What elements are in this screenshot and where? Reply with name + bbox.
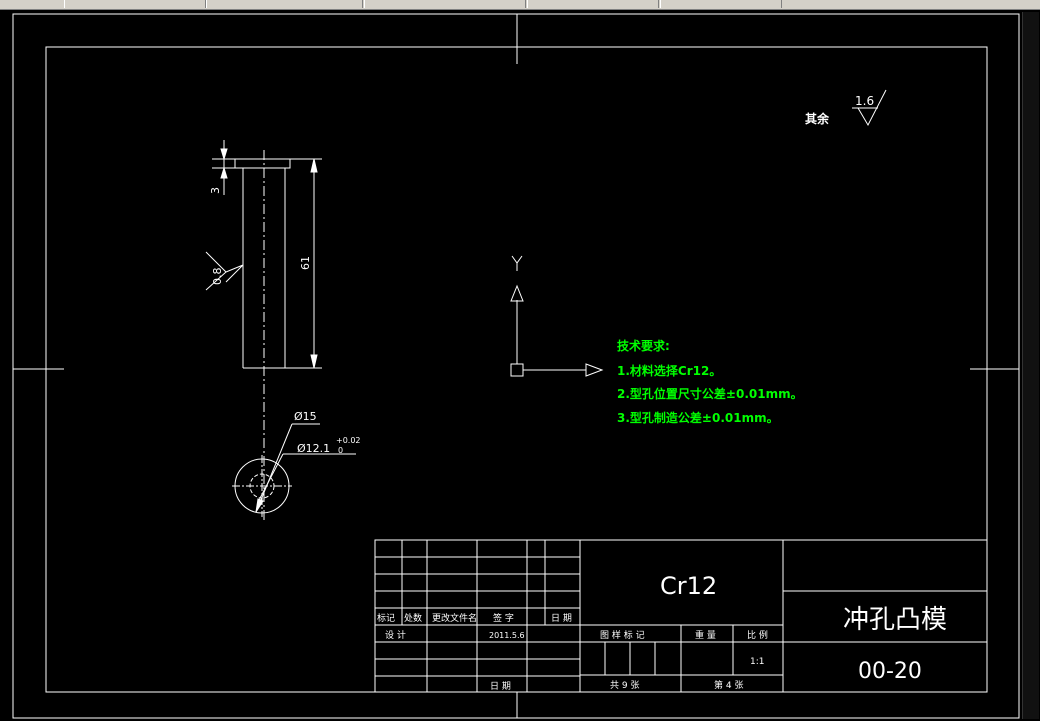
tb-label-date2: 日 期 bbox=[490, 681, 511, 692]
punch-side-view bbox=[205, 140, 322, 520]
dim-tol-lower: 0 bbox=[338, 446, 343, 455]
dim-head-height: 3 bbox=[209, 187, 222, 194]
tb-label-mark: 标记 bbox=[377, 612, 395, 624]
inner-frame bbox=[45, 46, 988, 693]
dim-length: 61 bbox=[299, 256, 312, 270]
dim-dia-inner: Ø12.1 bbox=[297, 442, 330, 455]
title-drawing-no: 00-20 bbox=[858, 659, 922, 684]
top-toolbar bbox=[0, 0, 1040, 10]
cad-drawing-canvas[interactable]: 其余 1.6 3 61 0.8 Ø15 Ø12.1 +0.02 0 Y 技术要求… bbox=[0, 10, 1020, 721]
tech-note-2: 2.型孔位置尺寸公差±0.01mm。 bbox=[617, 386, 803, 401]
tb-label-signature: 签 字 bbox=[493, 612, 514, 624]
scrollbar-track[interactable] bbox=[1022, 12, 1039, 719]
vertical-scrollbar[interactable] bbox=[1020, 10, 1040, 721]
tb-label-design: 设 计 bbox=[385, 629, 406, 641]
tb-label-scale: 比 例 bbox=[747, 629, 768, 641]
toolbar-segment-1[interactable] bbox=[64, 0, 206, 8]
tech-note-3: 3.型孔制造公差±0.01mm。 bbox=[617, 410, 779, 425]
tb-label-change-doc: 更改文件名 bbox=[432, 612, 477, 624]
tb-scale-value: 1:1 bbox=[750, 657, 764, 667]
toolbar-segment-2[interactable] bbox=[206, 0, 363, 8]
tb-label-stage-mark: 图 样 标 记 bbox=[600, 629, 645, 641]
tb-sheet-no: 第 4 张 bbox=[714, 679, 743, 691]
tb-label-weight: 重 量 bbox=[695, 629, 716, 641]
toolbar-segment-4[interactable] bbox=[527, 0, 659, 8]
tech-note-1: 1.材料选择Cr12。 bbox=[617, 363, 721, 378]
dim-roughness-side: 0.8 bbox=[211, 268, 224, 286]
title-material: Cr12 bbox=[660, 572, 717, 600]
tb-total-sheets: 共 9 张 bbox=[610, 680, 639, 691]
dim-dia-outer: Ø15 bbox=[294, 410, 317, 423]
tb-label-count: 处数 bbox=[404, 612, 422, 624]
tb-design-date: 2011.5.6 bbox=[489, 631, 525, 640]
title-part-name: 冲孔凸模 bbox=[843, 605, 947, 635]
tech-notes-title: 技术要求: bbox=[617, 338, 670, 353]
roughness-general-label: 其余 bbox=[805, 111, 830, 126]
tb-label-date: 日 期 bbox=[551, 613, 572, 624]
toolbar-segment-3[interactable] bbox=[364, 0, 526, 8]
ucs-icon bbox=[510, 255, 604, 377]
toolbar-segment-5[interactable] bbox=[660, 0, 782, 8]
roughness-general-value: 1.6 bbox=[855, 94, 874, 108]
dim-tol-upper: +0.02 bbox=[336, 436, 361, 445]
